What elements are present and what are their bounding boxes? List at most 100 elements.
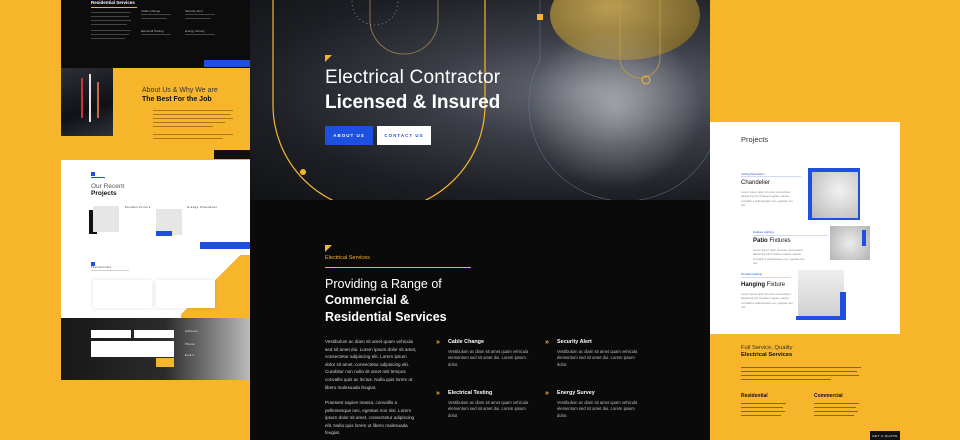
services-paragraph-1: Vestibulum ac diam sit amet quam vehicul… [325,339,417,390]
left-text-line [141,34,171,35]
left-message-field[interactable] [91,341,174,357]
left-contact-section: Address Phone Email [61,318,250,380]
right-list-line [741,403,786,404]
right-list-line [741,407,783,408]
left-about-text [153,118,233,120]
right-page-mockup: Projects Ceiling Illumination Chandelier… [710,122,900,440]
hero-title-line1: Electrical Contractor [325,67,501,88]
left-text-line [91,16,129,17]
left-text-line [185,34,215,35]
feature-desc: Vestibulum ac diam sit amet quam vehicul… [557,349,638,367]
left-text-line [91,30,131,31]
left-testimonial-card [93,280,152,308]
right-project-line [741,176,801,177]
right-list-line [814,411,858,412]
double-chevron-icon: » [436,339,440,346]
left-email-field[interactable] [134,330,174,338]
services-tag: Electrical Services [325,255,370,261]
feature-desc: Vestibulum ac diam sit amet quam vehicul… [448,349,529,367]
right-project-name-strong: Hanging [741,282,765,288]
right-project-accent [796,316,846,320]
left-text-line [91,34,129,35]
left-contact-label: Address [185,330,199,333]
right-project-name-rest: Fixture [765,282,786,288]
left-service-item: Energy Survey [185,29,205,33]
hero-title-line2: Licensed & Insured [325,92,501,113]
left-services-button[interactable] [204,60,250,67]
left-testimonials-label: Testimonials [91,266,112,269]
services-heading-line2: Commercial & [325,293,410,307]
services-paragraph-2: Praesent sapien massa, convallis a pelle… [325,400,415,436]
right-fullservice-text [741,367,861,368]
right-fullservice-text [741,375,859,376]
right-project-tag: Pendant Lighting [741,272,762,276]
right-project-desc: Lorem ipsum dolor sit amet, consectetur … [741,292,793,309]
hero-section: Electrical Contractor Licensed & Insured… [250,0,710,200]
left-text-line [91,38,125,39]
feature-title: Energy Survey [557,390,595,396]
left-contact-label: Phone [185,343,196,346]
left-text-line [141,14,171,15]
right-col-residential: Residential [741,393,768,399]
feature-title: Security Alert [557,339,592,345]
right-list-line [814,415,854,416]
left-text-line [141,18,167,19]
left-recent-heading: Our Recent [91,183,125,190]
left-about-text [153,138,223,140]
right-projects-title: Projects [741,135,769,144]
right-project-image-chandelier[interactable] [812,172,858,218]
right-project-image-hanging[interactable] [798,270,844,318]
left-about-text [153,114,231,116]
right-list-line [741,415,781,416]
right-project-line [741,277,791,278]
left-card-accent [156,231,172,236]
right-fullservice-line2: Electrical Services [741,352,793,358]
right-fullservice-line1: Full Service, Quality [741,345,793,351]
left-text-line [91,24,127,25]
left-services-section: Residential Services Cable Change Securi… [61,0,250,68]
feature-desc: Vestibulum ac diam sit amet quam vehicul… [557,400,638,418]
left-name-field[interactable] [91,330,131,338]
about-us-button[interactable]: ABOUT US [325,126,373,145]
left-page-mockup: Residential Services Cable Change Securi… [61,0,250,380]
left-recent-strong: Projects [91,190,117,197]
services-heading-line1: Providing a Range of [325,277,442,291]
right-list-line [814,403,859,404]
left-about-heading: About Us & Why We are [142,87,218,94]
right-fullservice-text [741,371,857,372]
wire-decor [81,78,83,118]
left-about-strong: The Best For the Job [142,96,212,103]
hero-marker [325,55,332,62]
double-chevron-icon: » [545,390,549,397]
left-service-item: Electrical Testing [141,29,164,33]
left-recent-marker [91,172,95,176]
left-projects-button[interactable] [200,242,250,249]
services-heading-line3: Residential Services [325,310,447,324]
right-project-accent [862,230,866,246]
feature-title: Electrical Testing [448,390,493,396]
left-service-item: Security Alert [185,9,203,13]
right-project-name-strong: Patio [753,238,768,244]
right-list-line [741,411,785,412]
right-quote-button[interactable]: GET A QUOTE [870,431,900,440]
right-project-desc: Lorem ipsum dolor sit amet, consectetur … [741,190,793,207]
left-about-text [153,122,225,124]
left-submit-button[interactable] [156,358,174,367]
right-fullservice-section [710,334,900,440]
right-col-commercial: Commercial [814,393,843,399]
center-page-mockup: Electrical Contractor Licensed & Insured… [250,0,710,440]
contact-us-button[interactable]: CONTACT US [377,126,431,145]
left-about-text [153,134,233,136]
feature-title: Cable Change [448,339,484,345]
right-fullservice-text [741,379,831,380]
left-about-button[interactable] [214,150,250,159]
left-recent-tag [91,177,105,179]
left-services-underline [91,7,137,8]
left-text-line [91,20,131,21]
left-services-title: Residential Services [91,0,135,5]
left-text-line [185,18,211,19]
right-project-name: Chandelier [741,180,771,186]
left-about-image [61,68,113,136]
left-service-item: Cable Change [141,9,161,13]
left-project-card[interactable] [93,206,119,232]
